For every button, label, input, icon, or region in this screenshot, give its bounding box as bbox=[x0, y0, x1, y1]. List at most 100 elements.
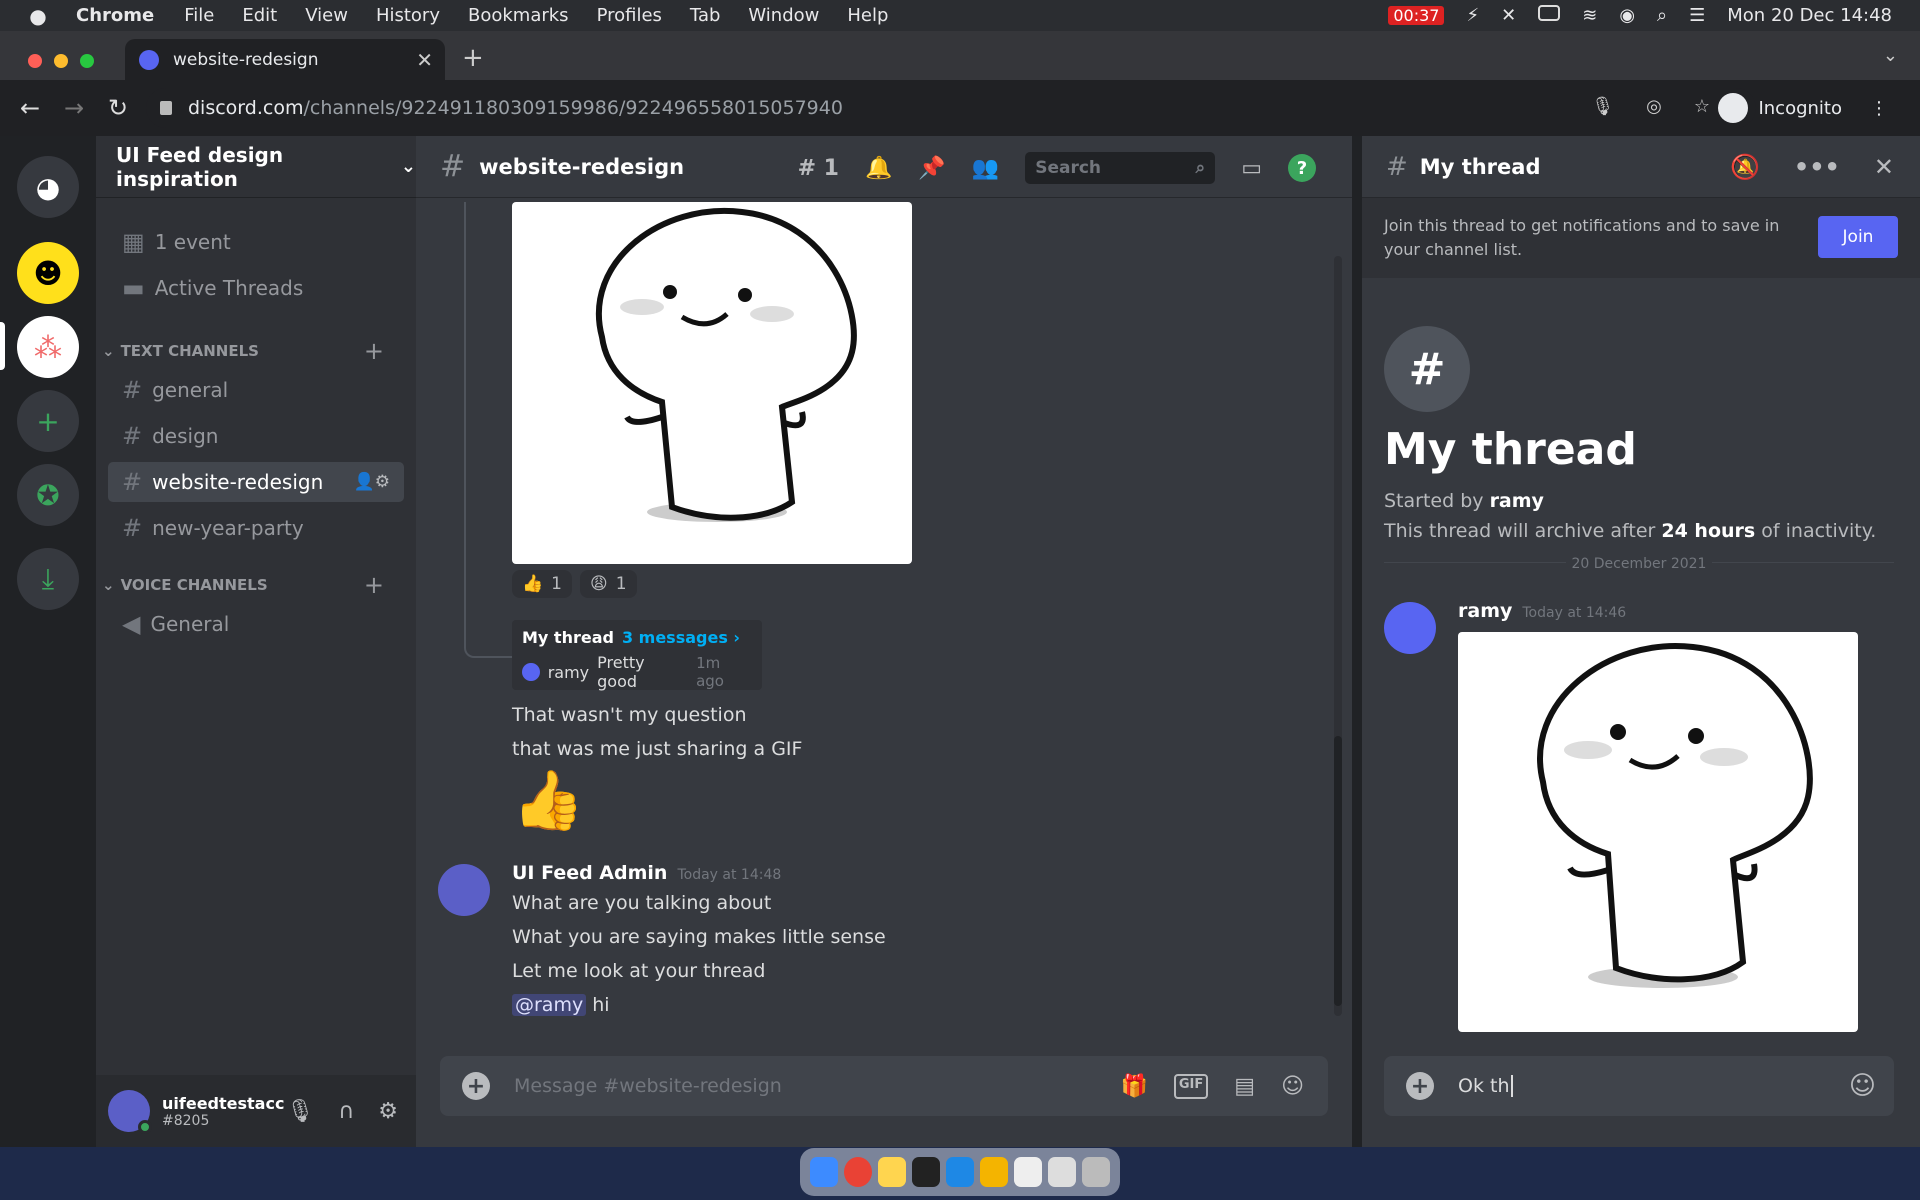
create-text-channel-icon[interactable]: + bbox=[364, 337, 384, 365]
avatar[interactable] bbox=[438, 864, 490, 916]
spotlight-icon[interactable]: ⌕ bbox=[1657, 5, 1667, 26]
active-threads-item[interactable]: ▬ Active Threads bbox=[108, 268, 404, 308]
category-text[interactable]: ⌄ TEXT CHANNELS + bbox=[102, 337, 412, 365]
download-apps-icon[interactable]: ⤓ bbox=[17, 548, 79, 610]
started-by-user[interactable]: ramy bbox=[1490, 490, 1544, 512]
eye-off-icon[interactable]: ◎ bbox=[1646, 96, 1662, 117]
menu-profiles[interactable]: Profiles bbox=[597, 5, 662, 26]
avatar[interactable] bbox=[1384, 602, 1436, 654]
add-server-icon[interactable]: + bbox=[17, 390, 79, 452]
incognito-button[interactable]: Incognito ⋮ bbox=[1718, 90, 1888, 126]
safari-icon[interactable] bbox=[946, 1157, 974, 1187]
home-discord-icon[interactable]: ◕ bbox=[17, 156, 79, 218]
menu-tab[interactable]: Tab bbox=[690, 5, 720, 26]
clock[interactable]: Mon 20 Dec 14:48 bbox=[1727, 5, 1892, 26]
address-bar[interactable]: discord.com/channels/922491180309159986/… bbox=[146, 88, 1756, 128]
menu-bookmarks[interactable]: Bookmarks bbox=[468, 5, 569, 26]
explore-servers-icon[interactable]: ✪ bbox=[17, 464, 79, 526]
message-author[interactable]: UI Feed Admin Today at 14:48 bbox=[512, 862, 781, 884]
events-item[interactable]: ▦ 1 event bbox=[108, 222, 404, 262]
headphones-icon[interactable]: ∩ bbox=[338, 1099, 354, 1124]
notification-bell-icon[interactable]: 🔔 bbox=[865, 156, 892, 181]
gif-image[interactable] bbox=[1458, 632, 1858, 1032]
menu-help[interactable]: Help bbox=[847, 5, 888, 26]
notes-icon[interactable] bbox=[878, 1157, 906, 1187]
close-window-button[interactable] bbox=[28, 54, 42, 68]
channel-general[interactable]: # general bbox=[108, 370, 404, 410]
downloads-icon[interactable] bbox=[1048, 1157, 1076, 1187]
help-icon[interactable]: ? bbox=[1288, 154, 1316, 182]
attach-plus-icon[interactable]: + bbox=[1406, 1072, 1434, 1100]
forward-icon[interactable]: → bbox=[64, 94, 88, 122]
gif-picker-icon[interactable]: GIF bbox=[1173, 1073, 1209, 1099]
zoom-window-button[interactable] bbox=[80, 54, 94, 68]
close-icon[interactable]: ✕ bbox=[1874, 153, 1894, 181]
bluetooth-icon[interactable]: ✕ bbox=[1501, 5, 1516, 26]
channel-website-redesign[interactable]: # website-redesign 👤⚙ bbox=[108, 462, 404, 502]
bolt-icon[interactable]: ⚡ bbox=[1466, 5, 1479, 26]
sticker-icon[interactable]: ▤ bbox=[1234, 1074, 1255, 1099]
channel-new-year-party[interactable]: # new-year-party bbox=[108, 508, 404, 548]
server-asana-icon[interactable]: ⁂ bbox=[17, 316, 79, 378]
member-list-icon[interactable]: 👥 bbox=[972, 156, 999, 181]
menu-view[interactable]: View bbox=[305, 5, 348, 26]
inbox-icon[interactable]: ▭ bbox=[1241, 156, 1262, 181]
category-voice[interactable]: ⌄ VOICE CHANNELS + bbox=[102, 571, 412, 599]
pin-icon[interactable]: 📌 bbox=[918, 156, 945, 181]
channel-design[interactable]: # design bbox=[108, 416, 404, 456]
mute-mic-icon[interactable]: 🎙 bbox=[286, 1099, 314, 1124]
menu-edit[interactable]: Edit bbox=[242, 5, 277, 26]
chrome-icon[interactable] bbox=[844, 1157, 872, 1187]
emoji-icon[interactable]: ☺ bbox=[1281, 1074, 1304, 1099]
browser-tab[interactable]: website-redesign ✕ bbox=[125, 39, 445, 80]
new-tab-button[interactable]: + bbox=[462, 43, 484, 73]
avatar[interactable] bbox=[108, 1090, 152, 1134]
back-icon[interactable]: ← bbox=[20, 94, 44, 122]
terminal-icon[interactable] bbox=[912, 1157, 940, 1187]
control-center-icon[interactable]: ☰ bbox=[1689, 5, 1705, 26]
server-mailchimp-icon[interactable]: ☻ bbox=[17, 242, 79, 304]
bolt-app-icon[interactable] bbox=[980, 1157, 1008, 1187]
thread-card-messages-link[interactable]: 3 messages › bbox=[622, 628, 740, 647]
invite-settings-icons[interactable]: 👤⚙ bbox=[354, 472, 390, 492]
battery-icon[interactable] bbox=[1538, 5, 1561, 26]
chat-scrollbar[interactable] bbox=[1334, 256, 1342, 1016]
minimize-window-button[interactable] bbox=[54, 54, 68, 68]
voice-channel-general[interactable]: ◀ General bbox=[108, 604, 404, 644]
create-voice-channel-icon[interactable]: + bbox=[364, 571, 384, 599]
more-options-icon[interactable]: ••• bbox=[1794, 153, 1840, 181]
apple-icon[interactable]: ● bbox=[0, 4, 76, 28]
message-input[interactable]: + Message #website-redesign 🎁 GIF ▤ ☺ bbox=[440, 1056, 1328, 1116]
join-button[interactable]: Join bbox=[1818, 216, 1898, 258]
trash-icon[interactable] bbox=[1082, 1157, 1110, 1187]
finder-icon[interactable] bbox=[810, 1157, 838, 1187]
more-menu-icon[interactable]: ⋮ bbox=[1870, 98, 1888, 119]
search-input[interactable]: Search ⌕ bbox=[1025, 152, 1216, 184]
user-mention[interactable]: @ramy bbox=[512, 994, 587, 1016]
user-settings-gear-icon[interactable]: ⚙ bbox=[378, 1099, 398, 1124]
menu-file[interactable]: File bbox=[184, 5, 214, 26]
emoji-icon[interactable]: ☺ bbox=[1849, 1071, 1876, 1101]
thread-message-input[interactable]: + Ok th ☺ bbox=[1384, 1056, 1894, 1116]
mute-bell-icon[interactable]: 🔕 bbox=[1730, 153, 1760, 181]
mic-icon[interactable]: 🎙 bbox=[1591, 96, 1614, 117]
close-tab-icon[interactable]: ✕ bbox=[416, 48, 433, 72]
menu-app-name[interactable]: Chrome bbox=[76, 5, 154, 26]
gift-icon[interactable]: 🎁 bbox=[1120, 1074, 1147, 1099]
gif-image[interactable] bbox=[512, 202, 912, 564]
reaction-thumbs-up[interactable]: 👍 1 bbox=[512, 570, 572, 598]
archive-hours[interactable]: 24 hours bbox=[1661, 520, 1755, 542]
wifi-icon[interactable]: ≋ bbox=[1582, 5, 1597, 26]
tab-search-chevron-icon[interactable]: ⌄ bbox=[1883, 45, 1898, 66]
menu-window[interactable]: Window bbox=[748, 5, 819, 26]
lock-icon[interactable] bbox=[160, 101, 172, 115]
thread-card[interactable]: My thread 3 messages › ramy Pretty good 1m … bbox=[512, 620, 762, 691]
menu-history[interactable]: History bbox=[376, 5, 440, 26]
user-icon[interactable]: ◉ bbox=[1619, 5, 1635, 26]
threads-icon[interactable]: # 1 bbox=[798, 156, 839, 181]
attach-plus-icon[interactable]: + bbox=[462, 1072, 490, 1100]
star-icon[interactable]: ☆ bbox=[1694, 96, 1710, 117]
scrollbar-thumb[interactable] bbox=[1334, 736, 1342, 1006]
document-icon[interactable] bbox=[1014, 1157, 1042, 1187]
server-header[interactable]: UI Feed design inspiration ⌄ bbox=[96, 136, 416, 198]
